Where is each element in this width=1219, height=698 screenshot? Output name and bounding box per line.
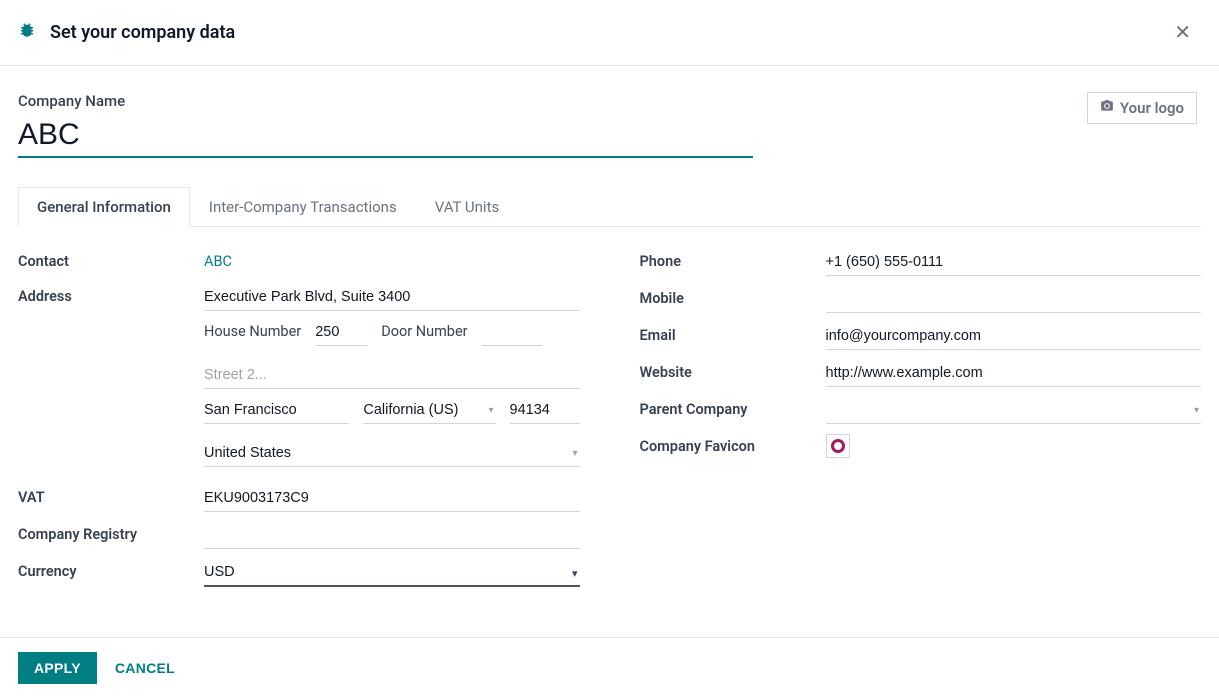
currency-label: Currency — [18, 559, 204, 580]
parent-company-label: Parent Company — [640, 397, 826, 418]
contact-link[interactable]: ABC — [204, 249, 232, 274]
modal-title-wrap: Set your company data — [18, 21, 235, 44]
camera-icon — [1100, 99, 1114, 117]
company-registry-label: Company Registry — [18, 522, 204, 543]
tab-general-information[interactable]: General Information — [18, 187, 190, 227]
modal-header: Set your company data ✕ — [0, 0, 1219, 66]
country-select[interactable] — [204, 440, 580, 467]
form-left-column: Contact ABC Address House Number Door Nu… — [18, 249, 580, 597]
modal-footer: APPLY CANCEL — [0, 637, 1219, 698]
mobile-input[interactable] — [826, 286, 1202, 313]
phone-label: Phone — [640, 249, 826, 270]
company-registry-input[interactable] — [204, 522, 580, 549]
modal-body: Company Name Your logo General Informati… — [0, 66, 1219, 637]
website-input[interactable] — [826, 360, 1202, 387]
currency-select[interactable] — [204, 559, 580, 587]
email-input[interactable] — [826, 323, 1202, 350]
street-input[interactable] — [204, 284, 580, 311]
house-number-label: House Number — [204, 323, 301, 340]
tab-vat-units[interactable]: VAT Units — [416, 187, 519, 227]
zip-input[interactable] — [510, 397, 580, 424]
company-name-label: Company Name — [18, 92, 753, 110]
favicon-upload[interactable] — [826, 434, 850, 458]
your-logo-button[interactable]: Your logo — [1087, 92, 1197, 124]
vat-input[interactable] — [204, 485, 580, 512]
tab-intercompany-transactions[interactable]: Inter-Company Transactions — [190, 187, 416, 227]
mobile-label: Mobile — [640, 286, 826, 307]
tabs: General Information Inter-Company Transa… — [18, 186, 1201, 227]
favicon-icon — [831, 439, 845, 453]
cancel-button[interactable]: CANCEL — [115, 660, 175, 676]
state-select[interactable] — [363, 397, 495, 424]
close-button[interactable]: ✕ — [1168, 18, 1197, 47]
phone-input[interactable] — [826, 249, 1202, 276]
house-number-input[interactable] — [315, 319, 367, 346]
address-label: Address — [18, 284, 204, 305]
form-right-column: Phone Mobile Email Website — [640, 249, 1202, 597]
modal-title: Set your company data — [50, 22, 235, 43]
vat-label: VAT — [18, 485, 204, 506]
company-name-input[interactable] — [18, 114, 753, 158]
your-logo-label: Your logo — [1120, 99, 1184, 117]
website-label: Website — [640, 360, 826, 381]
city-input[interactable] — [204, 397, 349, 424]
door-number-label: Door Number — [381, 323, 467, 340]
street2-input[interactable] — [204, 362, 580, 389]
apply-button[interactable]: APPLY — [18, 652, 97, 684]
parent-company-select[interactable] — [826, 397, 1202, 424]
contact-label: Contact — [18, 249, 204, 270]
company-favicon-label: Company Favicon — [640, 434, 826, 455]
email-label: Email — [640, 323, 826, 344]
close-icon: ✕ — [1174, 22, 1191, 44]
bug-icon[interactable] — [18, 21, 36, 44]
door-number-input[interactable] — [482, 319, 542, 346]
